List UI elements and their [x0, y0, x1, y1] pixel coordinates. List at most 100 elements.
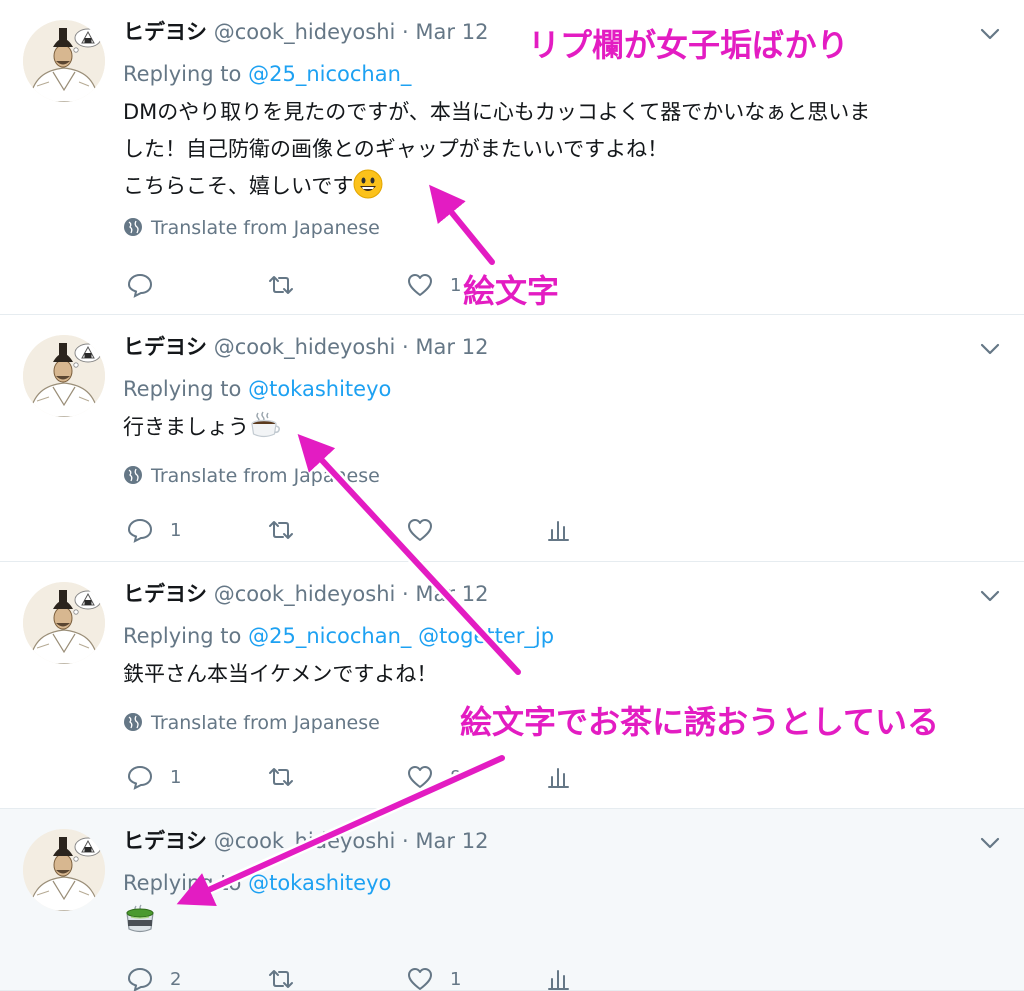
replying-to: Replying to @25_nicochan_ @togetter_jp: [123, 618, 554, 654]
tweet-actions: 2 1: [126, 959, 606, 991]
retweet-icon: [269, 276, 293, 294]
separator-dot: ·: [402, 582, 409, 606]
reply-button[interactable]: [126, 265, 170, 305]
tweet-header: ヒデヨシ @cook_hideyoshi · Mar 12: [123, 576, 488, 612]
analytics-button[interactable]: [546, 959, 574, 991]
translate-label: Translate from Japanese: [151, 712, 380, 734]
chevron-down-icon[interactable]: [978, 831, 1002, 855]
replying-to: Replying to @25_nicochan_: [123, 56, 411, 92]
tweet-actions: 1: [126, 510, 606, 550]
display-name[interactable]: ヒデヨシ: [123, 20, 207, 44]
green-tea-emoji: [123, 903, 157, 935]
like-button[interactable]: 8: [406, 757, 461, 797]
replying-to: Replying to @tokashiteyo: [123, 865, 391, 901]
globe-icon: [123, 216, 143, 236]
reply-icon: [127, 273, 153, 298]
retweet-button[interactable]: [267, 265, 311, 305]
replying-label: Replying to: [123, 62, 242, 86]
annotation-label: 絵文字: [463, 272, 560, 310]
separator-dot: ·: [402, 335, 409, 359]
retweet-icon: [269, 768, 293, 786]
translate-label: Translate from Japanese: [151, 217, 380, 239]
reply-count: 1: [170, 519, 182, 541]
tweet-date[interactable]: Mar 12: [415, 335, 488, 359]
mention-link[interactable]: @25_nicochan_: [248, 62, 411, 86]
user-handle[interactable]: @cook_hideyoshi: [214, 335, 396, 359]
analytics-button[interactable]: [546, 757, 574, 797]
avatar[interactable]: [23, 335, 105, 417]
separator-dot: ·: [402, 20, 409, 44]
user-handle[interactable]: @cook_hideyoshi: [214, 20, 396, 44]
mention-link[interactable]: @tokashiteyo: [248, 871, 391, 895]
tweet-text: 行きましょう: [123, 409, 1003, 446]
chevron-down-icon[interactable]: [978, 337, 1002, 361]
like-button[interactable]: 1: [406, 959, 461, 991]
like-button[interactable]: 1: [406, 265, 461, 305]
tweet-header: ヒデヨシ @cook_hideyoshi · Mar 12: [123, 329, 488, 365]
tweet-text-line: こちらこそ、嬉しいです: [123, 174, 354, 198]
display-name[interactable]: ヒデヨシ: [123, 335, 207, 359]
replying-label: Replying to: [123, 871, 242, 895]
avatar[interactable]: [23, 20, 105, 102]
tweet[interactable]: ヒデヨシ @cook_hideyoshi · Mar 12 Replying t…: [0, 809, 1024, 991]
analytics-button[interactable]: [546, 510, 574, 550]
heart-icon: [408, 274, 432, 296]
like-count: 1: [450, 968, 462, 990]
separator-dot: ·: [402, 829, 409, 853]
mention-link[interactable]: @tokashiteyo: [248, 377, 391, 401]
tweet-text-line: 鉄平さん本当イケメンですよね！: [123, 662, 438, 686]
translate-label: Translate from Japanese: [151, 465, 380, 487]
hot-beverage-emoji: [249, 410, 281, 440]
smiling-face-emoji: [353, 169, 383, 199]
reply-icon: [127, 967, 153, 991]
chevron-down-icon[interactable]: [978, 584, 1002, 608]
reply-count: 1: [170, 766, 182, 788]
tweet-text-line: DMのやり取りを見たのですが、本当に心もカッコよくて器でかいなぁと思いま: [123, 100, 871, 124]
user-handle[interactable]: @cook_hideyoshi: [214, 582, 396, 606]
retweet-button[interactable]: [267, 757, 311, 797]
heart-icon: [408, 968, 432, 990]
annotation-label: 絵文字でお茶に誘おうとしている: [460, 703, 940, 741]
tweet-text: DMのやり取りを見たのですが、本当に心もカッコよくて器でかいなぁと思いま した！…: [123, 94, 1003, 205]
tweet[interactable]: ヒデヨシ @cook_hideyoshi · Mar 12 Replying t…: [0, 562, 1024, 809]
bar-chart-icon: [548, 521, 569, 541]
tweet-header: ヒデヨシ @cook_hideyoshi · Mar 12: [123, 14, 488, 50]
tweet-text: 鉄平さん本当イケメンですよね！: [123, 656, 1003, 693]
reply-icon: [127, 765, 153, 790]
reply-button[interactable]: 1: [126, 510, 181, 550]
retweet-button[interactable]: [267, 959, 311, 991]
retweet-icon: [269, 521, 293, 539]
display-name[interactable]: ヒデヨシ: [123, 829, 207, 853]
tweet-text-line: した！自己防衛の画像とのギャップがまたいいですよね！: [123, 137, 669, 161]
reply-button[interactable]: 1: [126, 757, 181, 797]
translate-link[interactable]: Translate from Japanese: [123, 213, 380, 243]
retweet-icon: [269, 970, 293, 988]
reply-icon: [127, 518, 153, 543]
mention-link[interactable]: @togetter_jp: [418, 624, 554, 648]
replying-label: Replying to: [123, 624, 242, 648]
avatar[interactable]: [23, 829, 105, 911]
user-handle[interactable]: @cook_hideyoshi: [214, 829, 396, 853]
retweet-button[interactable]: [267, 510, 311, 550]
mention-link[interactable]: @25_nicochan_: [248, 624, 411, 648]
avatar[interactable]: [23, 582, 105, 664]
replying-to: Replying to @tokashiteyo: [123, 371, 391, 407]
translate-link[interactable]: Translate from Japanese: [123, 461, 380, 491]
reply-button[interactable]: 2: [126, 959, 181, 991]
display-name[interactable]: ヒデヨシ: [123, 582, 207, 606]
tweet-date[interactable]: Mar 12: [415, 829, 488, 853]
heart-icon: [408, 519, 432, 541]
like-count: 8: [450, 766, 462, 788]
tweet[interactable]: ヒデヨシ @cook_hideyoshi · Mar 12 Replying t…: [0, 315, 1024, 562]
translate-link[interactable]: Translate from Japanese: [123, 708, 380, 738]
chevron-down-icon[interactable]: [978, 22, 1002, 46]
globe-icon: [123, 711, 143, 731]
tweet-text: [123, 903, 1003, 941]
replying-label: Replying to: [123, 377, 242, 401]
tweet-date[interactable]: Mar 12: [415, 20, 488, 44]
globe-icon: [123, 464, 143, 484]
like-button[interactable]: [406, 510, 450, 550]
bar-chart-icon: [548, 970, 569, 990]
like-count: 1: [450, 274, 462, 296]
tweet-date[interactable]: Mar 12: [415, 582, 488, 606]
